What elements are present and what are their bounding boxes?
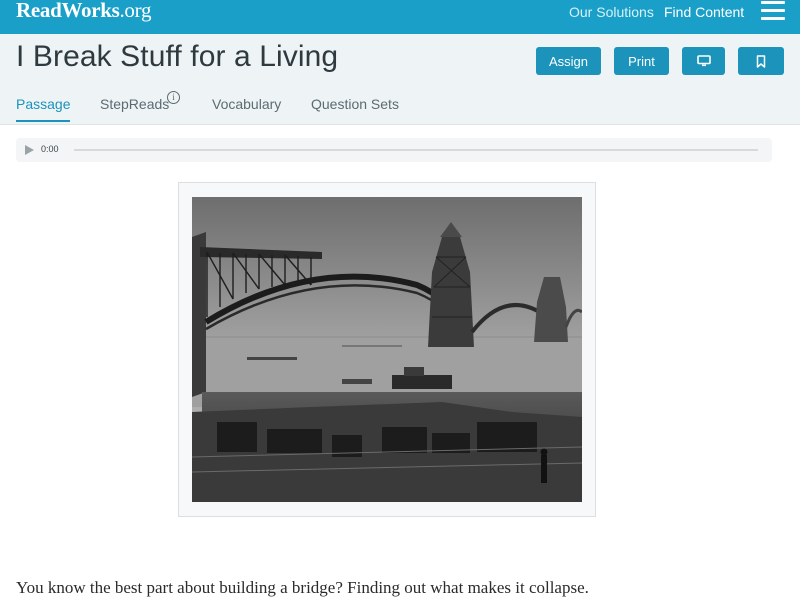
display-mode-button[interactable]	[682, 47, 725, 75]
article-header: I Break Stuff for a Living Assign Print …	[0, 34, 800, 125]
nav-our-solutions-link[interactable]: Our Solutions	[569, 4, 654, 20]
bookmark-button[interactable]	[738, 47, 784, 75]
figure-frame	[178, 182, 596, 517]
audio-time: 0:00	[41, 144, 59, 154]
tab-passage[interactable]: Passage	[16, 96, 71, 122]
monitor-icon	[696, 55, 711, 67]
nav-find-content-link[interactable]: Find Content	[664, 4, 744, 20]
audio-player: 0:00	[16, 138, 772, 162]
tab-vocabulary[interactable]: Vocabulary	[212, 96, 281, 112]
print-button[interactable]: Print	[614, 47, 669, 75]
logo-main-text: ReadWorks	[16, 0, 120, 22]
tab-question-sets[interactable]: Question Sets	[311, 96, 399, 112]
hamburger-menu-icon[interactable]	[761, 1, 785, 21]
readworks-logo[interactable]: ReadWorks.org	[16, 0, 151, 23]
bookmark-icon	[756, 54, 766, 68]
play-icon[interactable]	[25, 145, 34, 155]
page-title: I Break Stuff for a Living	[16, 40, 339, 73]
info-icon[interactable]: i	[167, 91, 180, 104]
assign-button[interactable]: Assign	[536, 47, 601, 75]
tab-stepreads[interactable]: StepReads	[100, 96, 169, 112]
bridge-construction-photo	[192, 197, 582, 502]
logo-suffix-text: .org	[119, 0, 152, 22]
audio-progress-track[interactable]	[74, 149, 758, 151]
top-navigation-bar: ReadWorks.org Our Solutions Find Content	[0, 0, 800, 34]
passage-first-line: You know the best part about building a …	[16, 578, 589, 597]
